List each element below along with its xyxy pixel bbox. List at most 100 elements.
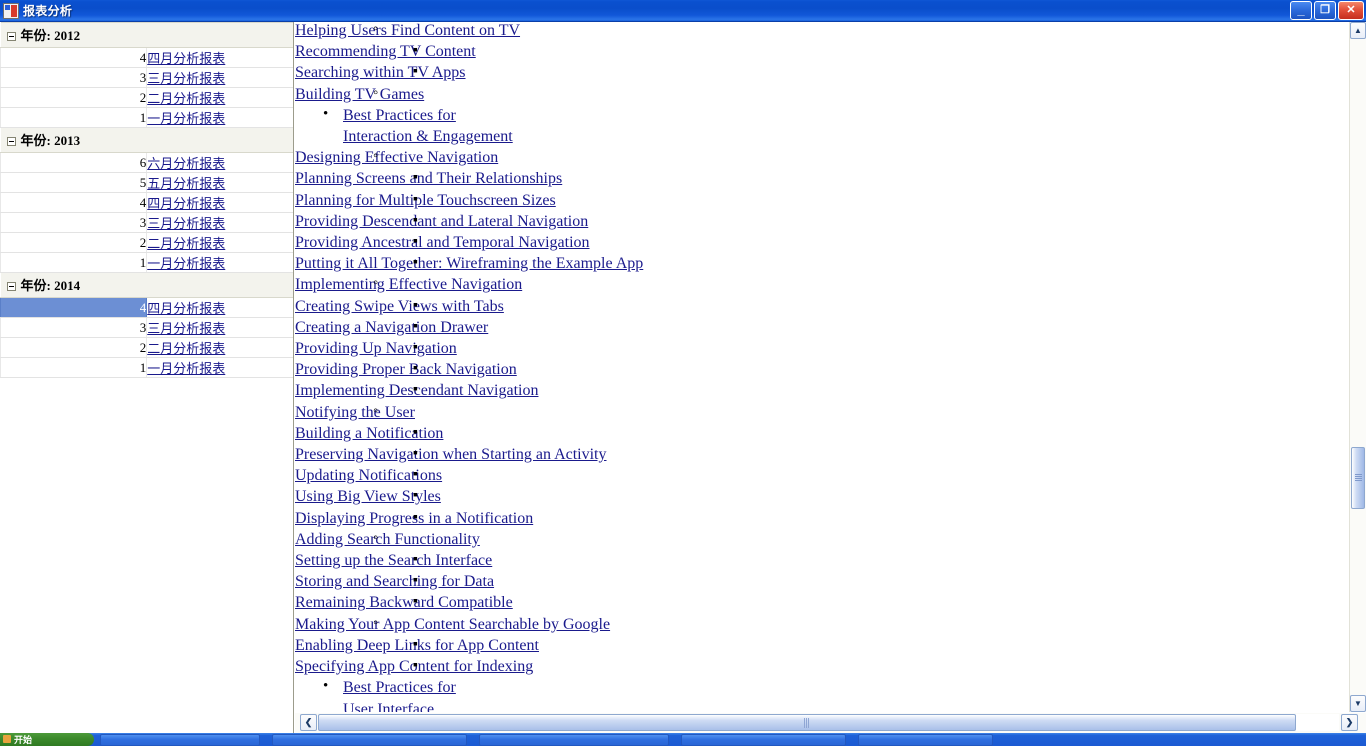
table-row[interactable]: 4 四月分析报表 — [0, 297, 293, 318]
report-link[interactable]: 二月分析报表 — [147, 236, 225, 251]
toc-link[interactable]: Best Practices for User Interface — [343, 677, 456, 712]
report-month-number[interactable]: 2 — [0, 232, 148, 253]
taskbar-button[interactable] — [479, 734, 669, 746]
horizontal-scroll-thumb[interactable] — [318, 714, 1296, 731]
report-month-number[interactable]: 1 — [0, 252, 148, 273]
toc-link[interactable]: Remaining Backward Compatible — [295, 594, 513, 611]
table-row[interactable]: 4 四月分析报表 — [0, 47, 293, 68]
report-link[interactable]: 一月分析报表 — [147, 256, 225, 271]
report-group-header[interactable]: 年份: 2014 — [0, 272, 293, 298]
report-month-number-selected[interactable]: 4 — [0, 297, 148, 318]
toc-link[interactable]: Displaying Progress in a Notification — [295, 510, 533, 527]
table-row[interactable]: 1 一月分析报表 — [0, 107, 293, 128]
report-link[interactable]: 二月分析报表 — [147, 341, 225, 356]
report-link[interactable]: 五月分析报表 — [147, 176, 225, 191]
table-row[interactable]: 5 五月分析报表 — [0, 172, 293, 193]
scroll-up-arrow[interactable]: ▲ — [1350, 22, 1366, 39]
toc-link[interactable]: Designing Effective Navigation — [295, 149, 498, 166]
toc-link[interactable]: Storing and Searching for Data — [295, 573, 494, 590]
report-link-cell[interactable]: 六月分析报表 — [146, 152, 293, 173]
report-month-number[interactable]: 2 — [0, 337, 148, 358]
report-link-cell[interactable]: 四月分析报表 — [146, 192, 293, 213]
restore-button[interactable]: ❐ — [1314, 1, 1336, 20]
vertical-scrollbar[interactable]: ▲ ▼ — [1349, 22, 1366, 712]
toc-link[interactable]: Enabling Deep Links for App Content — [295, 637, 539, 654]
toc-link[interactable]: Setting up the Search Interface — [295, 552, 492, 569]
document-viewport[interactable]: Helping Users Find Content on TV Recommen… — [295, 22, 1339, 712]
report-link[interactable]: 一月分析报表 — [147, 361, 225, 376]
horizontal-scroll-track[interactable] — [318, 714, 1339, 731]
toc-link[interactable]: Providing Up Navigation — [295, 340, 457, 357]
toc-link[interactable]: Adding Search Functionality — [295, 531, 480, 548]
report-link-cell[interactable]: 三月分析报表 — [146, 317, 293, 338]
report-link[interactable]: 四月分析报表 — [147, 51, 225, 66]
toc-link[interactable]: Notifying the User — [295, 404, 415, 421]
report-month-number[interactable]: 4 — [0, 47, 148, 68]
toc-link[interactable]: Providing Descendant and Lateral Navigat… — [295, 213, 588, 230]
toc-link[interactable]: Searching within TV Apps — [295, 64, 466, 81]
report-month-number[interactable]: 3 — [0, 317, 148, 338]
report-link-cell[interactable]: 三月分析报表 — [146, 67, 293, 88]
taskbar-button[interactable] — [681, 734, 846, 746]
toc-link[interactable]: Making Your App Content Searchable by Go… — [295, 616, 610, 633]
toc-link[interactable]: Planning for Multiple Touchscreen Sizes — [295, 192, 556, 209]
report-link[interactable]: 四月分析报表 — [147, 301, 225, 316]
table-row[interactable]: 1 一月分析报表 — [0, 357, 293, 378]
toc-link[interactable]: Preserving Navigation when Starting an A… — [295, 446, 607, 463]
toc-link[interactable]: Creating Swipe Views with Tabs — [295, 298, 504, 315]
report-link-cell[interactable]: 二月分析报表 — [146, 337, 293, 358]
vertical-scroll-thumb[interactable] — [1351, 447, 1365, 509]
toc-link[interactable]: Building a Notification — [295, 425, 443, 442]
taskbar-button[interactable] — [100, 734, 260, 746]
table-row[interactable]: 3 三月分析报表 — [0, 212, 293, 233]
report-month-number[interactable]: 1 — [0, 357, 148, 378]
table-row[interactable]: 6 六月分析报表 — [0, 152, 293, 173]
report-link-cell[interactable]: 二月分析报表 — [146, 232, 293, 253]
report-month-number[interactable]: 6 — [0, 152, 148, 173]
report-link[interactable]: 三月分析报表 — [147, 71, 225, 86]
close-button[interactable]: ✕ — [1338, 1, 1364, 20]
report-link-cell[interactable]: 四月分析报表 — [146, 47, 293, 68]
report-link-cell[interactable]: 五月分析报表 — [146, 172, 293, 193]
report-month-number[interactable]: 2 — [0, 87, 148, 108]
toc-link[interactable]: Helping Users Find Content on TV — [295, 22, 520, 39]
toc-link[interactable]: Best Practices for Interaction & Engageme… — [343, 105, 513, 147]
toc-link[interactable]: Providing Ancestral and Temporal Navigat… — [295, 234, 590, 251]
report-link-cell[interactable]: 二月分析报表 — [146, 87, 293, 108]
toc-link[interactable]: Putting it All Together: Wireframing the… — [295, 255, 643, 272]
report-link-cell[interactable]: 三月分析报表 — [146, 212, 293, 233]
report-link-cell[interactable]: 一月分析报表 — [146, 252, 293, 273]
toc-link[interactable]: Providing Proper Back Navigation — [295, 361, 517, 378]
table-row[interactable]: 1 一月分析报表 — [0, 252, 293, 273]
toc-link[interactable]: Planning Screens and Their Relationships — [295, 170, 562, 187]
table-row[interactable]: 3 三月分析报表 — [0, 67, 293, 88]
report-link[interactable]: 四月分析报表 — [147, 196, 225, 211]
report-group-header[interactable]: 年份: 2012 — [0, 22, 293, 48]
toc-link[interactable]: Updating Notifications — [295, 467, 442, 484]
start-button[interactable]: 开始 — [0, 733, 94, 746]
report-list-panel[interactable]: 年份: 2012 4 四月分析报表 3 三月分析报表 2 二月分析报表 1 一月分析报表 年份: … — [0, 22, 294, 733]
report-link[interactable]: 三月分析报表 — [147, 216, 225, 231]
collapse-box-icon[interactable] — [6, 32, 16, 42]
report-link[interactable]: 三月分析报表 — [147, 321, 225, 336]
table-row[interactable]: 2 二月分析报表 — [0, 87, 293, 108]
table-row[interactable]: 2 二月分析报表 — [0, 232, 293, 253]
report-month-number[interactable]: 1 — [0, 107, 148, 128]
report-group-header[interactable]: 年份: 2013 — [0, 127, 293, 153]
report-link-cell[interactable]: 一月分析报表 — [146, 107, 293, 128]
collapse-box-icon[interactable] — [6, 137, 16, 147]
toc-link[interactable]: Specifying App Content for Indexing — [295, 658, 533, 675]
table-row[interactable]: 3 三月分析报表 — [0, 317, 293, 338]
report-month-number[interactable]: 5 — [0, 172, 148, 193]
toc-link[interactable]: Implementing Descendant Navigation — [295, 382, 538, 399]
toc-link[interactable]: Creating a Navigation Drawer — [295, 319, 488, 336]
horizontal-scrollbar[interactable]: ❮ ❯ — [295, 713, 1366, 733]
scroll-right-arrow[interactable]: ❯ — [1341, 714, 1358, 731]
toc-link[interactable]: Recommending TV Content — [295, 43, 476, 60]
report-link[interactable]: 二月分析报表 — [147, 91, 225, 106]
collapse-box-icon[interactable] — [6, 282, 16, 292]
report-link-cell[interactable]: 一月分析报表 — [146, 357, 293, 378]
scroll-left-arrow[interactable]: ❮ — [300, 714, 317, 731]
toc-link[interactable]: Implementing Effective Navigation — [295, 276, 522, 293]
report-month-number[interactable]: 3 — [0, 67, 148, 88]
